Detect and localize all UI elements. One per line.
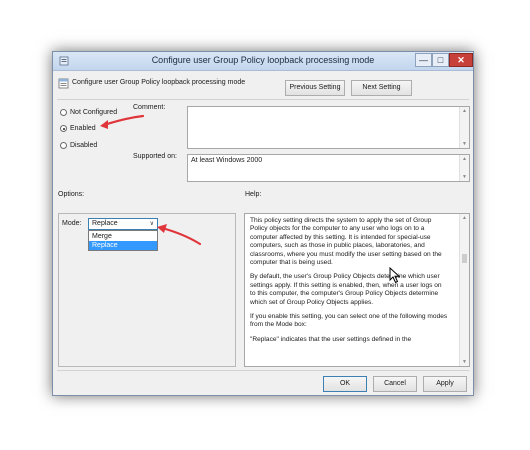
help-scrollbar[interactable]: ▲ ▼ [459, 214, 469, 366]
ok-button[interactable]: OK [323, 376, 367, 392]
help-label: Help: [245, 191, 262, 198]
apply-button[interactable]: Apply [423, 376, 467, 392]
options-label: Options: [58, 191, 85, 198]
annotation-arrow-enabled [100, 114, 145, 129]
footer-divider [57, 370, 469, 371]
maximize-button[interactable]: □ [432, 53, 449, 67]
mode-option-replace[interactable]: Replace [89, 241, 157, 250]
comment-textarea[interactable]: ▲ ▼ [187, 106, 470, 149]
scroll-up-icon[interactable]: ▲ [460, 108, 469, 114]
minimize-button[interactable]: — [415, 53, 432, 67]
supported-on-label: Supported on: [133, 153, 177, 160]
supported-on-value: At least Windows 2000 [191, 157, 263, 164]
radio-label-disabled: Disabled [70, 142, 98, 149]
mouse-cursor-icon [389, 267, 401, 284]
header-divider [57, 99, 469, 100]
help-paragraph: This policy setting directs the system t… [250, 217, 442, 267]
mode-label: Mode: [62, 220, 82, 227]
comment-label: Comment: [133, 104, 166, 111]
mode-dropdown-list: Merge Replace [88, 230, 158, 251]
settings-page-icon [58, 78, 69, 89]
title-bar[interactable]: Configure user Group Policy loopback pro… [53, 52, 473, 71]
scroll-up-icon[interactable]: ▲ [460, 156, 469, 162]
radio-disabled[interactable] [60, 142, 67, 149]
scrollbar-thumb[interactable] [462, 254, 467, 263]
setting-name-label: Configure user Group Policy loopback pro… [72, 79, 246, 86]
help-text: This policy setting directs the system t… [250, 217, 448, 350]
close-button[interactable]: ✕ [449, 53, 473, 67]
supported-on-box: At least Windows 2000 ▲ ▼ [187, 154, 470, 182]
radio-not-configured[interactable] [60, 109, 67, 116]
scroll-down-icon[interactable]: ▼ [460, 359, 469, 365]
window-title: Configure user Group Policy loopback pro… [151, 55, 375, 65]
help-paragraph: If you enable this setting, you can sele… [250, 313, 448, 329]
mode-selected-value: Replace [92, 220, 118, 227]
scroll-down-icon[interactable]: ▼ [460, 141, 469, 147]
radio-enabled[interactable] [60, 125, 67, 132]
previous-setting-button[interactable]: Previous Setting [285, 80, 345, 96]
help-panel: This policy setting directs the system t… [244, 213, 470, 367]
scroll-up-icon[interactable]: ▲ [460, 215, 469, 221]
options-panel: Mode: Replace ∨ Merge Replace [58, 213, 236, 367]
policy-dialog-window: Configure user Group Policy loopback pro… [52, 51, 474, 396]
help-paragraph: "Replace" indicates that the user settin… [250, 335, 412, 343]
radio-label-enabled: Enabled [70, 125, 96, 132]
scroll-down-icon[interactable]: ▼ [460, 174, 469, 180]
annotation-arrow-mode [157, 224, 202, 246]
mode-option-merge[interactable]: Merge [89, 232, 157, 241]
cancel-button[interactable]: Cancel [373, 376, 417, 392]
next-setting-button[interactable]: Next Setting [351, 80, 412, 96]
comment-scrollbar[interactable]: ▲ ▼ [459, 107, 469, 148]
mode-select[interactable]: Replace ∨ [88, 218, 158, 230]
supported-scrollbar[interactable]: ▲ ▼ [459, 155, 469, 181]
help-paragraph: By default, the user's Group Policy Obje… [250, 273, 442, 306]
